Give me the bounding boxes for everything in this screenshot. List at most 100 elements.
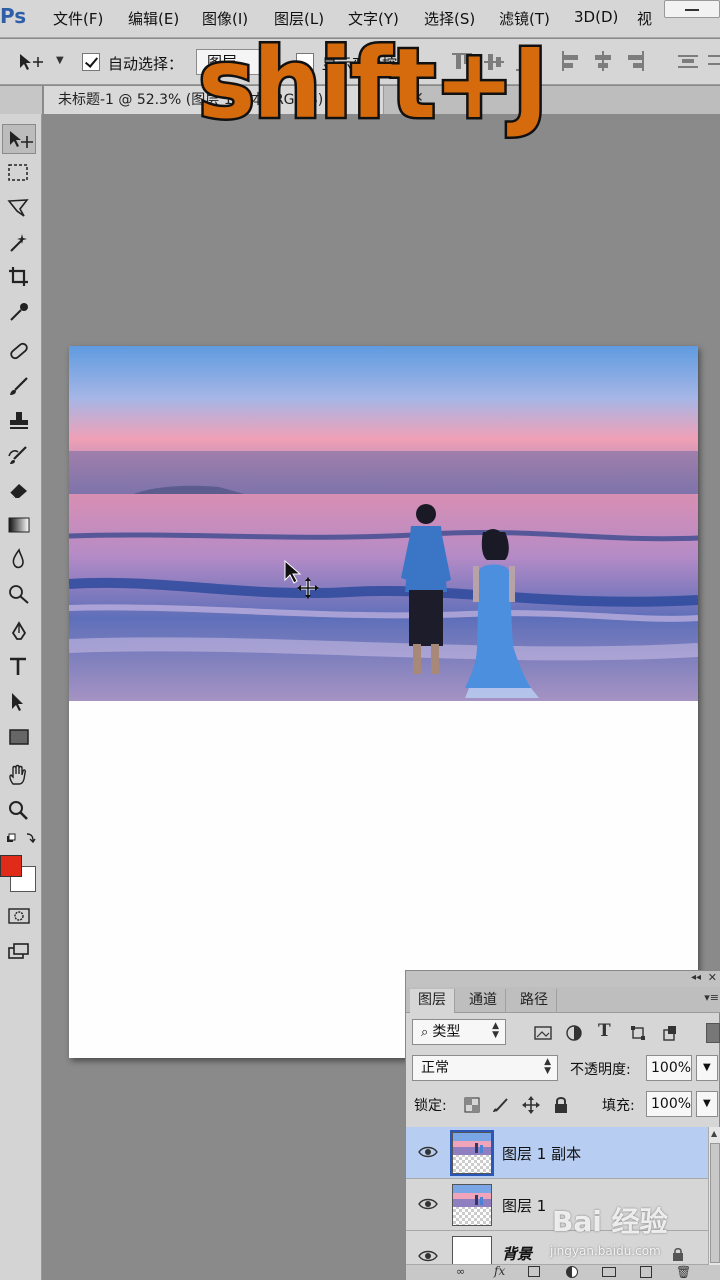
fill-chevron-icon[interactable]: ▼: [696, 1091, 718, 1117]
rectangle-tool[interactable]: [2, 722, 36, 752]
eye-icon[interactable]: [418, 1145, 438, 1159]
layer-name[interactable]: 图层 1: [502, 1195, 546, 1216]
filter-type-dropdown[interactable]: ⌕ 类型 ▲ ▼: [412, 1019, 506, 1045]
crop-tool[interactable]: [2, 262, 36, 292]
opacity-chevron-icon[interactable]: ▼: [696, 1055, 718, 1081]
new-layer-icon[interactable]: [640, 1266, 652, 1278]
trash-icon[interactable]: 🗑: [676, 1265, 691, 1279]
panel-header[interactable]: ◂◂ ✕: [406, 971, 720, 987]
menu-3d[interactable]: 3D(D): [574, 8, 618, 26]
menu-layer[interactable]: 图层(L): [274, 8, 324, 29]
lock-row: 锁定: 填充: 100% ▼: [406, 1089, 720, 1121]
layer-row-copy[interactable]: 图层 1 副本: [406, 1127, 708, 1179]
path-select-tool[interactable]: [2, 687, 36, 717]
brush-tool[interactable]: [2, 371, 36, 401]
move-tool[interactable]: [2, 124, 36, 154]
minimize-button[interactable]: [664, 0, 720, 18]
distribute-top-icon[interactable]: [678, 51, 700, 73]
align-hcenter-icon[interactable]: [592, 51, 614, 73]
new-group-icon[interactable]: [602, 1267, 616, 1277]
lock-pixels-icon[interactable]: [492, 1097, 510, 1113]
baidu-watermark-url: jingyan.baidu.com: [550, 1244, 661, 1258]
dodge-tool[interactable]: [2, 579, 36, 609]
link-layers-icon[interactable]: ∞: [456, 1265, 465, 1278]
layer-thumbnail: [452, 1236, 492, 1264]
blend-row: 正常 ▲ ▼ 不透明度: 100% ▼: [406, 1053, 720, 1085]
add-mask-icon[interactable]: [528, 1266, 540, 1277]
stamp-tool[interactable]: [2, 406, 36, 436]
foreground-color-swatch[interactable]: [0, 855, 22, 877]
document-canvas[interactable]: [69, 346, 698, 1058]
menu-edit[interactable]: 编辑(E): [128, 8, 179, 29]
lasso-tool[interactable]: [2, 193, 36, 223]
eye-icon[interactable]: [418, 1197, 438, 1211]
eye-icon[interactable]: [418, 1249, 438, 1263]
scroll-thumb[interactable]: [710, 1143, 720, 1263]
layers-scrollbar[interactable]: ▲: [708, 1127, 720, 1280]
panel-menu-icon[interactable]: ▾≡: [704, 991, 719, 1004]
lock-position-icon[interactable]: [522, 1096, 540, 1114]
lock-transparent-icon[interactable]: [464, 1097, 480, 1113]
baidu-watermark: Bai 经验: [552, 1205, 668, 1238]
align-right-icon[interactable]: [624, 51, 646, 73]
filter-toggle-switch[interactable]: [706, 1023, 720, 1043]
lasso-icon: [7, 199, 29, 217]
swap-colors-icon: [7, 833, 36, 844]
align-left-icon[interactable]: [560, 51, 582, 73]
marquee-tool[interactable]: [2, 158, 36, 188]
history-brush-tool[interactable]: [2, 440, 36, 470]
distribute-center-icon[interactable]: [708, 51, 720, 73]
swap-colors-button[interactable]: [2, 827, 36, 847]
hand-tool[interactable]: [2, 760, 36, 790]
tab-channels[interactable]: 通道: [461, 989, 506, 1013]
filter-type-icon[interactable]: T: [598, 1021, 611, 1041]
fx-icon[interactable]: fx: [494, 1264, 505, 1278]
layer-thumbnail: [450, 1130, 494, 1176]
layer-name[interactable]: 背景: [502, 1243, 532, 1264]
blend-mode-dropdown[interactable]: 正常 ▲ ▼: [412, 1055, 558, 1081]
tab-layers[interactable]: 图层: [410, 989, 455, 1013]
filter-pixel-icon[interactable]: [534, 1025, 552, 1041]
menu-filter[interactable]: 滤镜(T): [499, 8, 550, 29]
filter-shape-icon[interactable]: [630, 1025, 646, 1041]
move-tool-preset-icon[interactable]: [18, 53, 46, 75]
blur-tool[interactable]: [2, 544, 36, 574]
chevron-down-icon[interactable]: ▼: [56, 55, 64, 66]
collapse-icon[interactable]: ◂◂: [691, 972, 701, 983]
menu-view[interactable]: 视: [637, 8, 652, 29]
shortcut-overlay-text: shift+J: [195, 28, 550, 140]
type-tool[interactable]: [2, 652, 36, 682]
healing-tool[interactable]: [2, 336, 36, 366]
adjustment-layer-icon[interactable]: [566, 1266, 578, 1278]
pen-tool[interactable]: [2, 617, 36, 647]
tab-paths[interactable]: 路径: [512, 989, 557, 1013]
opacity-label: 不透明度:: [570, 1062, 631, 1078]
filter-smart-object-icon[interactable]: [662, 1025, 678, 1041]
photoshop-window: Ps 文件(F) 编辑(E) 图像(I) 图层(L) 文字(Y) 选择(S) 滤…: [0, 0, 720, 1280]
panel-footer: ∞ fx 🗑: [406, 1264, 720, 1280]
toolbar-grip[interactable]: [0, 86, 42, 114]
menu-type[interactable]: 文字(Y): [348, 8, 399, 29]
layer-name[interactable]: 图层 1 副本: [502, 1143, 581, 1164]
opacity-input[interactable]: 100%: [646, 1055, 692, 1081]
auto-select-label: 自动选择：: [108, 55, 184, 73]
minimize-icon: [685, 9, 699, 11]
eyedropper-tool[interactable]: [2, 297, 36, 327]
menu-select[interactable]: 选择(S): [424, 8, 475, 29]
menu-file[interactable]: 文件(F): [53, 8, 103, 29]
magic-wand-tool[interactable]: [2, 228, 36, 258]
auto-select-checkbox[interactable]: [82, 53, 100, 71]
zoom-tool[interactable]: [2, 795, 36, 825]
menu-image[interactable]: 图像(I): [202, 8, 248, 29]
eraser-tool[interactable]: [2, 475, 36, 505]
screen-mode-button[interactable]: [2, 936, 36, 966]
lock-all-icon[interactable]: [554, 1096, 568, 1114]
quick-mask-button[interactable]: [2, 901, 36, 931]
filter-adjustment-icon[interactable]: [566, 1025, 582, 1041]
magic-wand-icon: [10, 234, 27, 252]
fill-input[interactable]: 100%: [646, 1091, 692, 1117]
close-icon[interactable]: ✕: [708, 971, 717, 984]
gradient-tool[interactable]: [2, 510, 36, 540]
eyedropper-icon: [10, 303, 28, 321]
scroll-up-icon[interactable]: ▲: [711, 1129, 717, 1138]
